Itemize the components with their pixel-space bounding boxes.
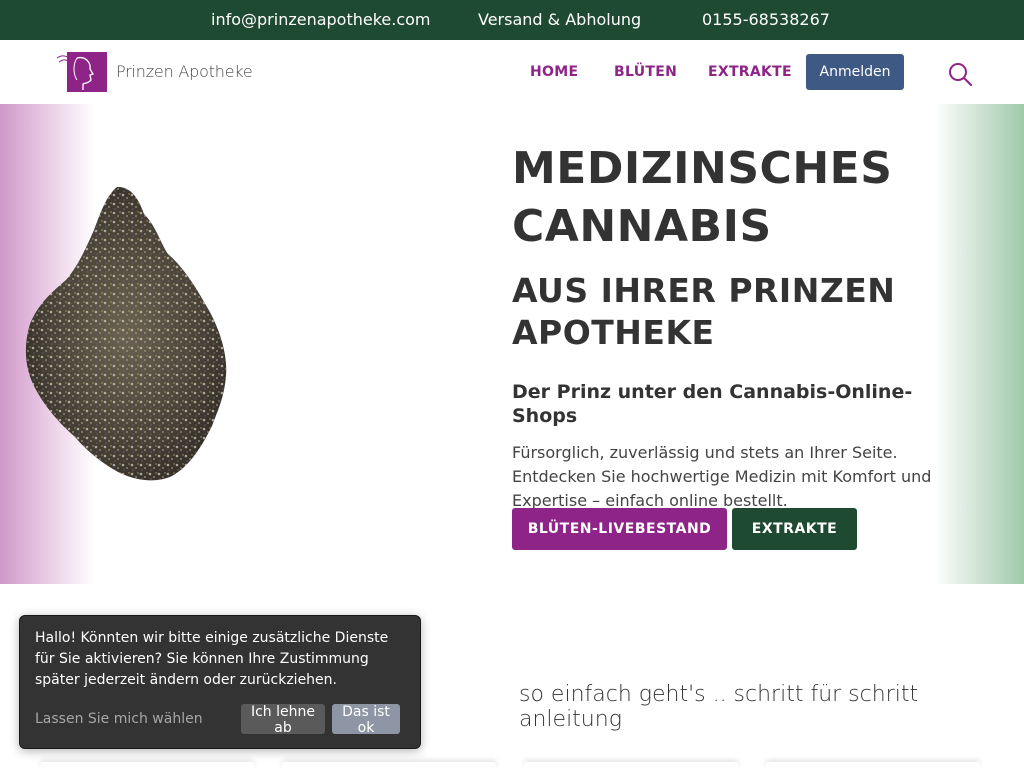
hero-tagline: Der Prinz unter den Cannabis-Online-Shop… [512,381,913,427]
contact-phone-link[interactable]: 0155-68538267 [702,10,830,30]
cookie-accept-button[interactable]: Das ist ok [332,704,400,736]
hero-title: MEDIZINSCHES CANNABIS [512,140,972,256]
contact-email-link[interactable]: info@prinzenapotheke.com [211,10,431,30]
blueten-livebestand-button[interactable]: BLÜTEN-LIVEBESTAND [512,508,727,550]
hero-subtitle-line1: AUS IHRER PRINZEN [512,271,896,310]
login-button[interactable]: Anmelden [806,54,904,90]
search-icon[interactable] [948,62,972,86]
cookie-message: Hallo! Könnten wir bitte einige zusätzli… [35,630,389,688]
nav-extrakte[interactable]: EXTRAKTE [708,64,792,80]
step-card [524,762,738,768]
cannabis-bud-image [25,186,227,481]
hero-subtitle-line2: APOTHEKE [512,313,715,352]
hero-subtitle: AUS IHRER PRINZEN APOTHEKE [512,270,972,354]
step-cards-row [40,762,980,768]
cookie-decline-button[interactable]: Ich lehne ab [241,704,325,736]
nav-blueten[interactable]: BLÜTEN [614,64,677,80]
hero-title-line2: CANNABIS [512,201,772,252]
nav-home[interactable]: HOME [530,64,578,80]
cookie-consent-banner: Hallo! Könnten wir bitte einige zusätzli… [19,615,421,749]
hero-description: Fürsorglich, zuverlässig und stets an Ih… [512,443,932,510]
prince-profile-logo[interactable] [55,52,107,92]
brand-name[interactable]: Prinzen Apotheke [116,62,253,81]
step-card [282,762,496,768]
hero-text: MEDIZINSCHES CANNABIS AUS IHRER PRINZEN … [512,140,972,513]
hero-title-line1: MEDIZINSCHES [512,143,893,194]
top-info-bar: info@prinzenapotheke.com Versand & Abhol… [0,0,1024,40]
step-card [766,762,980,768]
extrakte-button[interactable]: EXTRAKTE [732,508,857,550]
shipping-pickup-link[interactable]: Versand & Abholung [478,10,641,30]
site-header: Prinzen Apotheke HOME BLÜTEN EXTRAKTE An… [0,40,1024,104]
steps-heading: so einfach geht's .. schritt für schritt… [519,682,919,732]
step-card [40,762,254,768]
cookie-choose-link[interactable]: Lassen Sie mich wählen [35,711,203,727]
